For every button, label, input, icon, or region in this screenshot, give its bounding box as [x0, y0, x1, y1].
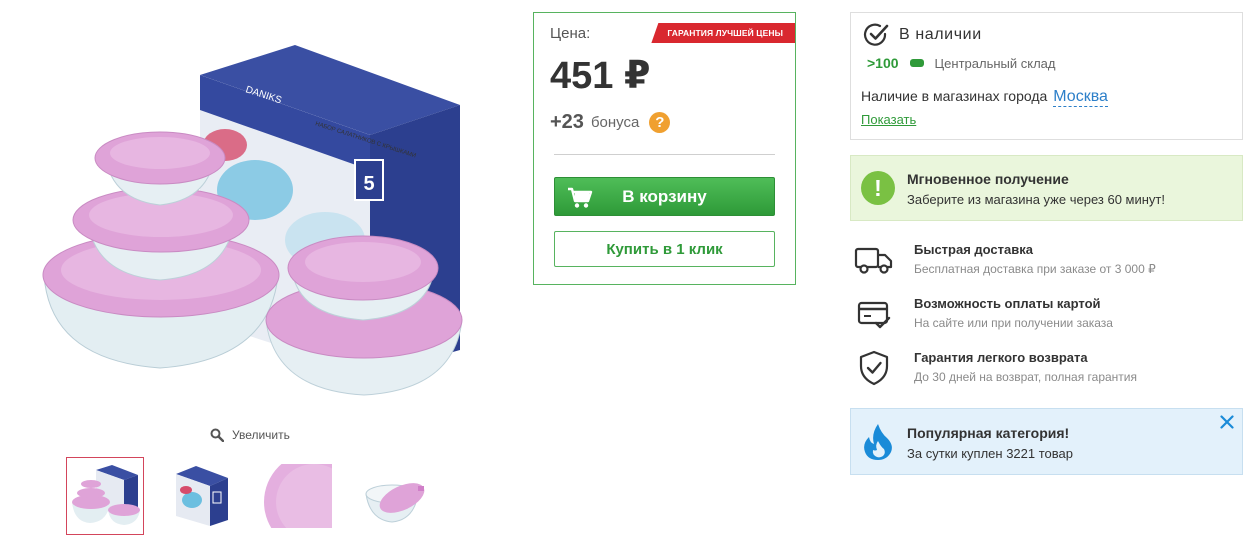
popular-category-banner: Популярная категория! За сутки куплен 32…	[850, 408, 1243, 475]
popular-subtitle: За сутки куплен 3221 товар	[907, 446, 1073, 461]
stock-level-indicator	[909, 59, 924, 67]
feature-title: Гарантия легкого возврата	[914, 350, 1088, 365]
add-to-cart-label: В корзину	[622, 186, 707, 206]
zoom-label: Увеличить	[232, 428, 290, 442]
exclamation-icon: !	[861, 171, 895, 205]
feature-card-payment: Возможность оплаты картой На сайте или п…	[852, 296, 1242, 342]
thumbnail-4[interactable]	[354, 457, 432, 535]
popular-title: Популярная категория!	[907, 425, 1070, 441]
thumbnail-strip	[66, 457, 432, 535]
thumbnail-3[interactable]	[258, 457, 336, 535]
feature-easy-return: Гарантия легкого возврата До 30 дней на …	[852, 350, 1242, 396]
magnifier-icon	[210, 428, 224, 442]
buy-one-click-button[interactable]: Купить в 1 клик	[554, 231, 775, 267]
feature-title: Быстрая доставка	[914, 242, 1033, 257]
instant-pickup-banner: ! Мгновенное получение Заберите из магаз…	[850, 155, 1243, 221]
city-availability-label: Наличие в магазинах города	[861, 88, 1048, 104]
help-icon[interactable]: ?	[649, 112, 671, 133]
feature-fast-delivery: Быстрая доставка Бесплатная доставка при…	[852, 242, 1242, 288]
truck-icon	[852, 242, 896, 278]
card-icon	[852, 296, 896, 332]
thumbnail-image	[176, 466, 228, 526]
city-select-link[interactable]: Москва	[1053, 88, 1108, 107]
price-card: Цена: ГАРАНТИЯ ЛУЧШЕЙ ЦЕНЫ 451 ₽ +23 бон…	[533, 12, 796, 285]
feature-subtitle: Бесплатная доставка при заказе от 3 000 …	[914, 262, 1156, 276]
thumbnail-1[interactable]	[66, 457, 144, 535]
stock-title: В наличии	[899, 26, 982, 43]
add-to-cart-button[interactable]: В корзину	[554, 177, 775, 216]
feature-subtitle: На сайте или при получении заказа	[914, 316, 1113, 330]
instant-pickup-title: Мгновенное получение	[907, 171, 1069, 187]
price-value: 451 ₽	[550, 55, 651, 97]
stock-quantity: >100	[867, 55, 899, 71]
bowl-set-illustration: DANIKS НАБОР САЛАТНИКОВ С КРЫШКАМИ 5	[42, 45, 463, 396]
divider	[554, 154, 775, 155]
box-count-text: 5	[363, 173, 374, 195]
show-stores-link[interactable]: Показать	[861, 112, 916, 127]
close-icon[interactable]	[1220, 415, 1234, 429]
zoom-button[interactable]: Увеличить	[210, 428, 290, 442]
instant-pickup-subtitle: Заберите из магазина уже через 60 минут!	[907, 192, 1165, 207]
warehouse-name: Центральный склад	[934, 55, 1056, 71]
stock-header: В наличии	[863, 22, 982, 48]
cart-icon	[568, 187, 593, 208]
bonus-label: бонуса	[590, 114, 640, 131]
bonus-row: +23 бонуса ?	[550, 111, 671, 134]
main-product-image[interactable]: DANIKS НАБОР САЛАТНИКОВ С КРЫШКАМИ 5	[30, 30, 480, 410]
price-label: Цена:	[550, 25, 591, 42]
city-availability-row: Наличие в магазинах города Москва	[861, 88, 1108, 107]
thumbnail-image	[264, 464, 332, 528]
thumbnail-image	[365, 483, 425, 523]
thumbnail-image	[72, 465, 140, 525]
check-circle-icon	[863, 23, 889, 46]
feature-subtitle: До 30 дней на возврат, полная гарантия	[914, 370, 1138, 384]
warehouse-row: >100 Центральный склад	[867, 55, 1055, 71]
fire-icon	[864, 424, 892, 460]
feature-title: Возможность оплаты картой	[914, 296, 1101, 311]
thumbnail-2[interactable]	[162, 457, 240, 535]
bonus-value: +23	[550, 111, 584, 133]
shield-icon	[852, 350, 896, 386]
stock-panel: В наличии >100 Центральный склад Наличие…	[850, 12, 1243, 140]
best-price-guarantee-badge[interactable]: ГАРАНТИЯ ЛУЧШЕЙ ЦЕНЫ	[651, 23, 795, 43]
